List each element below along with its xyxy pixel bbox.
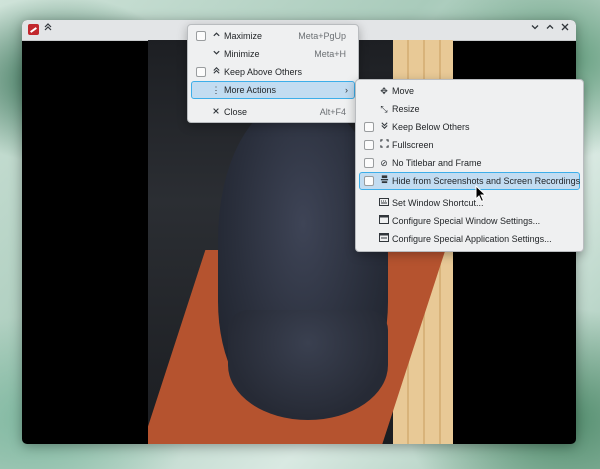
keep-below-checkbox[interactable] [364,122,374,132]
chevron-down-icon [210,46,222,62]
menu-item-label: Set Window Shortcut... [392,198,484,208]
chevron-up-icon [210,28,222,44]
menu-item-special-window-settings[interactable]: Configure Special Window Settings... [359,212,580,230]
minimize-button[interactable] [527,22,543,38]
menu-item-label: Keep Below Others [392,122,470,132]
menu-item-label: Maximize [224,31,263,41]
menu-item-shortcut: Alt+F4 [319,107,346,117]
no-icon: ⊘ [380,158,388,168]
menu-item-hide-from-screenshots[interactable]: Hide from Screenshots and Screen Recordi… [359,172,580,190]
window-context-menu: Maximize Meta+PgUp Minimize Meta+H Keep … [187,24,359,123]
submenu-arrow-icon: › [345,85,348,95]
menu-item-maximize[interactable]: Maximize Meta+PgUp [191,27,355,45]
hide-from-screenshots-checkbox[interactable] [364,176,374,186]
menu-item-resize[interactable]: ⤡ Resize [359,100,580,118]
menu-item-shortcut: Meta+PgUp [298,31,346,41]
double-chevron-down-icon [378,119,390,135]
menu-item-minimize[interactable]: Minimize Meta+H [191,45,355,63]
menu-item-label: Configure Special Window Settings... [392,216,541,226]
menu-item-fullscreen[interactable]: Fullscreen [359,136,580,154]
menu-item-no-titlebar[interactable]: ⊘ No Titlebar and Frame [359,154,580,172]
app-icon[interactable] [28,24,39,35]
window-settings-icon [378,213,390,229]
privacy-icon [378,173,390,189]
app-settings-icon [378,231,390,247]
fullscreen-icon [378,137,390,153]
keep-above-checkbox[interactable] [196,67,206,77]
menu-item-label: Close [224,107,248,117]
keyboard-icon [378,195,390,211]
menu-item-label: Configure Special Application Settings..… [392,234,552,244]
menu-item-keep-below[interactable]: Keep Below Others [359,118,580,136]
close-button[interactable] [557,22,573,38]
more-actions-submenu: ✥ Move ⤡ Resize Keep Below Others Fullsc… [355,79,584,252]
menu-item-shortcut: Meta+H [314,49,346,59]
move-icon: ✥ [380,86,388,96]
photo-statue-base [228,310,388,420]
menu-item-set-window-shortcut[interactable]: Set Window Shortcut... [359,194,580,212]
menu-item-move[interactable]: ✥ Move [359,82,580,100]
close-icon [210,104,222,120]
menu-item-label: More Actions [224,85,277,95]
more-vertical-icon: ⋮ [211,85,221,95]
no-titlebar-checkbox[interactable] [364,158,374,168]
menu-item-close[interactable]: Close Alt+F4 [191,103,355,121]
double-chevron-up-icon [210,64,222,80]
menu-item-label: Keep Above Others [224,67,303,77]
menu-item-label: No Titlebar and Frame [392,158,482,168]
menu-item-label: Move [392,86,415,96]
maximize-checkbox[interactable] [196,31,206,41]
menu-item-more-actions[interactable]: ⋮ More Actions › [191,81,355,99]
fullscreen-checkbox[interactable] [364,140,374,150]
resize-icon: ⤡ [380,104,388,114]
keep-above-icon[interactable] [40,22,56,38]
menu-item-label: Resize [392,104,420,114]
menu-item-special-application-settings[interactable]: Configure Special Application Settings..… [359,230,580,248]
menu-item-keep-above[interactable]: Keep Above Others [191,63,355,81]
maximize-button[interactable] [542,22,558,38]
menu-item-label: Fullscreen [392,140,434,150]
menu-item-label: Minimize [224,49,260,59]
